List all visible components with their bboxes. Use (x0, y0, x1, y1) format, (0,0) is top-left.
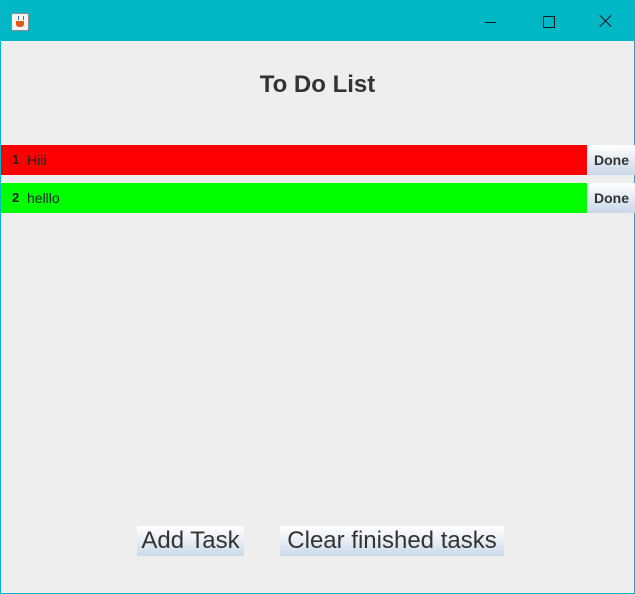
task-number: 2 (12, 190, 20, 205)
task-text: Hiii (27, 152, 47, 168)
task-number: 1 (12, 152, 20, 167)
maximize-icon (543, 16, 555, 28)
task-bar: 2 helllo (1, 183, 587, 213)
clear-finished-button[interactable]: Clear finished tasks (280, 526, 504, 556)
close-button[interactable] (577, 1, 635, 41)
task-bar: 1 Hiii (1, 145, 587, 175)
minimize-icon (485, 22, 496, 23)
page-title: To Do List (259, 71, 376, 98)
app-window: To Do List 1 Hiii Done 2 helllo Done Add… (0, 0, 635, 594)
add-task-button[interactable]: Add Task (137, 526, 244, 556)
task-row: 2 helllo Done (1, 183, 635, 213)
done-button[interactable]: Done (588, 145, 635, 175)
title-bar[interactable] (1, 1, 634, 41)
minimize-button[interactable] (461, 1, 519, 41)
done-button[interactable]: Done (588, 183, 635, 213)
java-cup-icon[interactable] (11, 13, 29, 31)
task-row: 1 Hiii Done (1, 145, 635, 175)
maximize-button[interactable] (519, 1, 577, 41)
close-icon (600, 15, 612, 27)
task-text: helllo (27, 190, 60, 206)
